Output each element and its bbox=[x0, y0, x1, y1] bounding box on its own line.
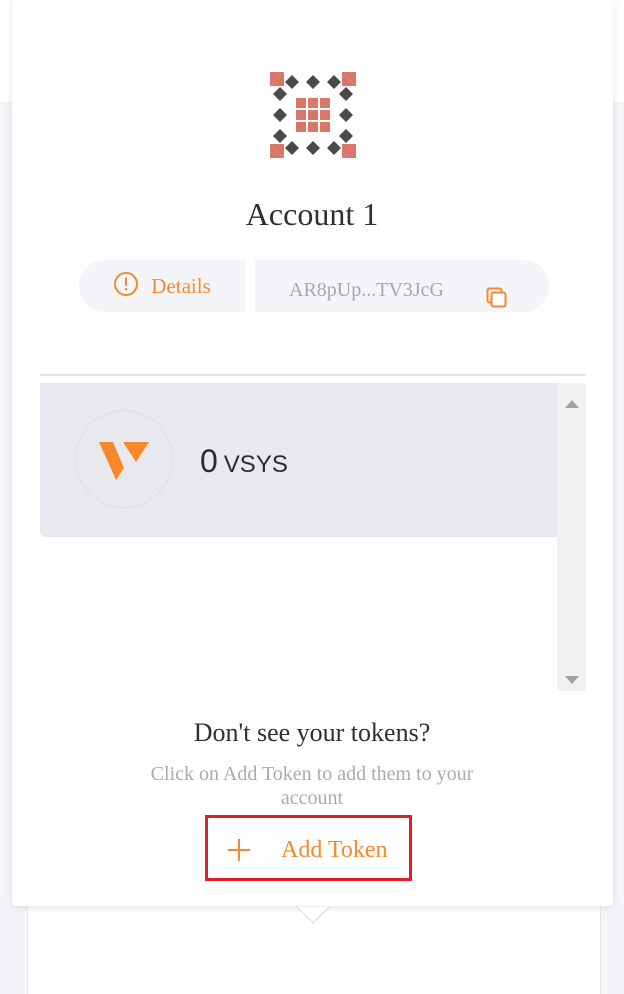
account-avatar bbox=[270, 72, 356, 158]
details-button[interactable]: Details bbox=[79, 260, 245, 312]
token-balance: 0 VSYS bbox=[200, 443, 288, 480]
plus-icon bbox=[228, 839, 250, 866]
info-circle-icon bbox=[113, 271, 139, 302]
empty-hint-description: Click on Add Token to add them to your a… bbox=[150, 763, 474, 809]
token-amount: 0 bbox=[200, 443, 218, 479]
triangle-down-icon[interactable] bbox=[565, 671, 579, 689]
add-token-label: Add Token bbox=[281, 837, 388, 863]
account-address: AR8pUp...TV3JcG bbox=[289, 279, 444, 301]
add-token-button[interactable]: Add Token bbox=[205, 815, 412, 881]
token-list-scrollbar[interactable] bbox=[557, 383, 586, 691]
account-name: Account 1 bbox=[245, 196, 379, 232]
pill-separator bbox=[245, 260, 255, 312]
empty-hint-title: Don't see your tokens? bbox=[193, 718, 431, 747]
vsys-logo-icon bbox=[75, 410, 173, 508]
token-symbol: VSYS bbox=[223, 451, 288, 478]
triangle-up-icon[interactable] bbox=[565, 395, 579, 413]
copy-address-button[interactable]: AR8pUp...TV3JcG bbox=[255, 260, 549, 312]
token-row-vsys[interactable]: 0 VSYS bbox=[40, 383, 557, 537]
section-divider bbox=[40, 374, 586, 376]
copy-icon[interactable] bbox=[486, 287, 508, 314]
details-label: Details bbox=[151, 273, 211, 298]
